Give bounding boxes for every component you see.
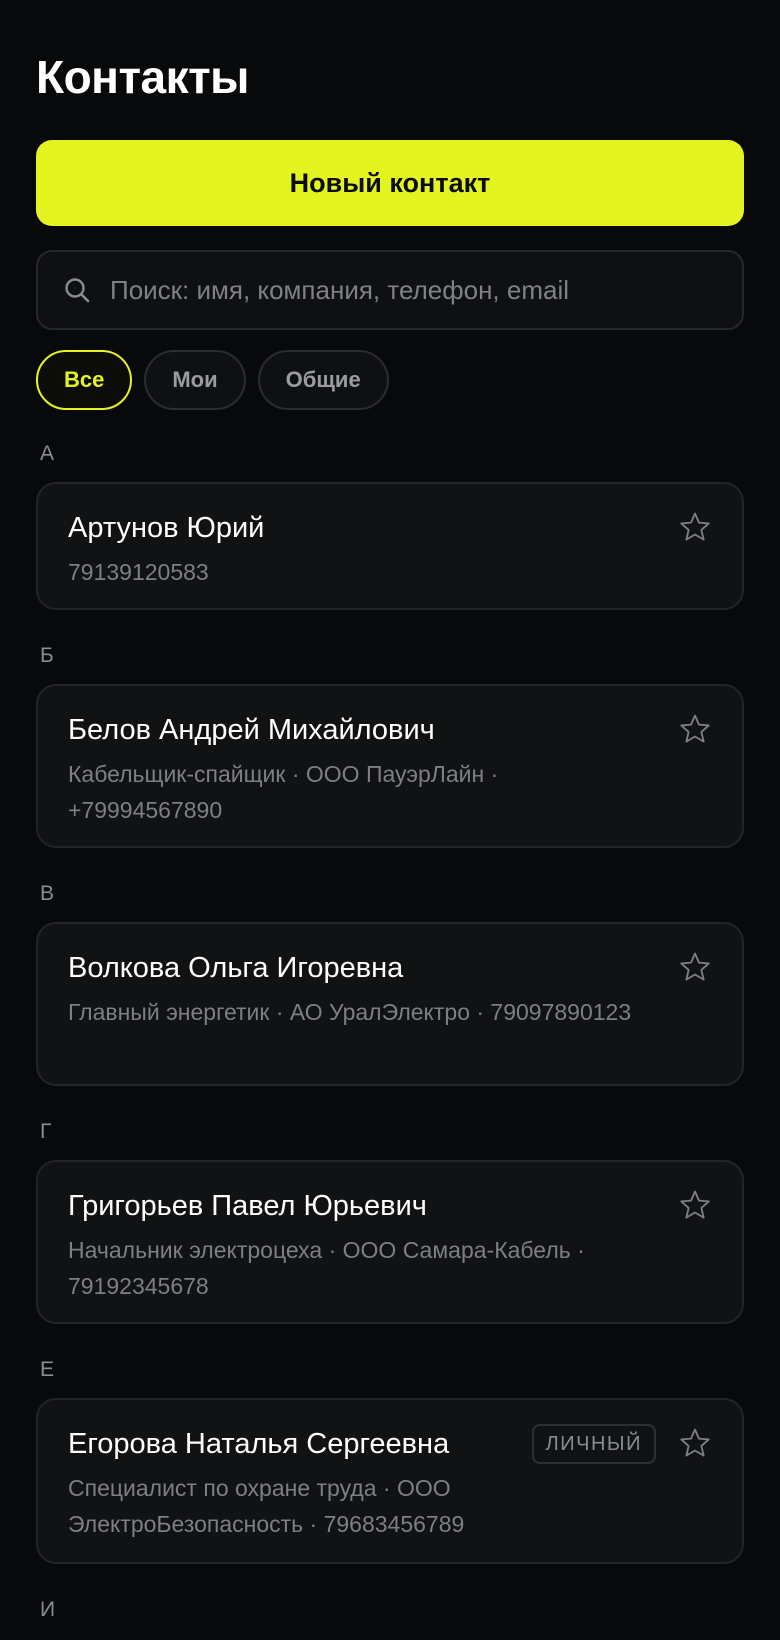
contact-details: Начальник электроцеха · ООО Самара-Кабел…	[68, 1237, 585, 1299]
filter-chip-shared[interactable]: Общие	[257, 350, 389, 410]
section-letter-v: В	[40, 882, 55, 905]
contact-card[interactable]: Григорьев Павел Юрьевич Начальник электр…	[36, 1160, 744, 1324]
search-input[interactable]	[108, 259, 742, 321]
contacts-page: Контакты Новый контакт Все Мои Общие А А…	[36, 0, 744, 1624]
star-outline-icon[interactable]	[678, 1188, 712, 1222]
section-letter-b: Б	[40, 644, 54, 667]
contact-details: 79139120583	[68, 559, 209, 585]
contact-details: Главный энергетик · АО УралЭлектро · 790…	[68, 999, 632, 1025]
section-letter-i: И	[40, 1598, 56, 1621]
contact-details: Кабельщик-спайщик · ООО ПауэрЛайн · +799…	[68, 761, 499, 823]
section-letter-g: Г	[40, 1120, 52, 1143]
star-outline-icon[interactable]	[678, 950, 712, 984]
contact-card[interactable]: Егорова Наталья Сергеевна ЛИЧНЫЙ Специал…	[36, 1398, 744, 1564]
contact-name: Белов Андрей Михайлович	[68, 714, 435, 746]
contact-card[interactable]: Волкова Ольга Игоревна Главный энергетик…	[36, 922, 744, 1086]
filter-chips: Все Мои Общие	[36, 350, 744, 410]
contact-card[interactable]: Белов Андрей Михайлович Кабельщик-спайщи…	[36, 684, 744, 848]
star-outline-icon[interactable]	[678, 712, 712, 746]
personal-badge: ЛИЧНЫЙ	[531, 1424, 656, 1464]
search-box[interactable]	[36, 250, 744, 330]
section-letter-e: Е	[40, 1358, 55, 1381]
filter-chip-mine[interactable]: Мои	[144, 350, 246, 410]
contact-name: Волкова Ольга Игоревна	[68, 952, 404, 984]
new-contact-button[interactable]: Новый контакт	[36, 140, 744, 226]
star-outline-icon[interactable]	[678, 510, 712, 544]
contact-name: Артунов Юрий	[68, 512, 265, 544]
page-title: Контакты	[36, 51, 249, 103]
filter-chip-all[interactable]: Все	[36, 350, 133, 410]
contact-details: Специалист по охране труда · ООО Электро…	[68, 1475, 465, 1537]
search-icon	[65, 278, 90, 303]
contact-name: Егорова Наталья Сергеевна	[68, 1428, 450, 1460]
contact-card[interactable]: Артунов Юрий 79139120583	[36, 482, 744, 610]
contact-name: Григорьев Павел Юрьевич	[68, 1190, 427, 1222]
section-letter-a: А	[40, 442, 55, 465]
star-outline-icon[interactable]	[678, 1426, 712, 1460]
